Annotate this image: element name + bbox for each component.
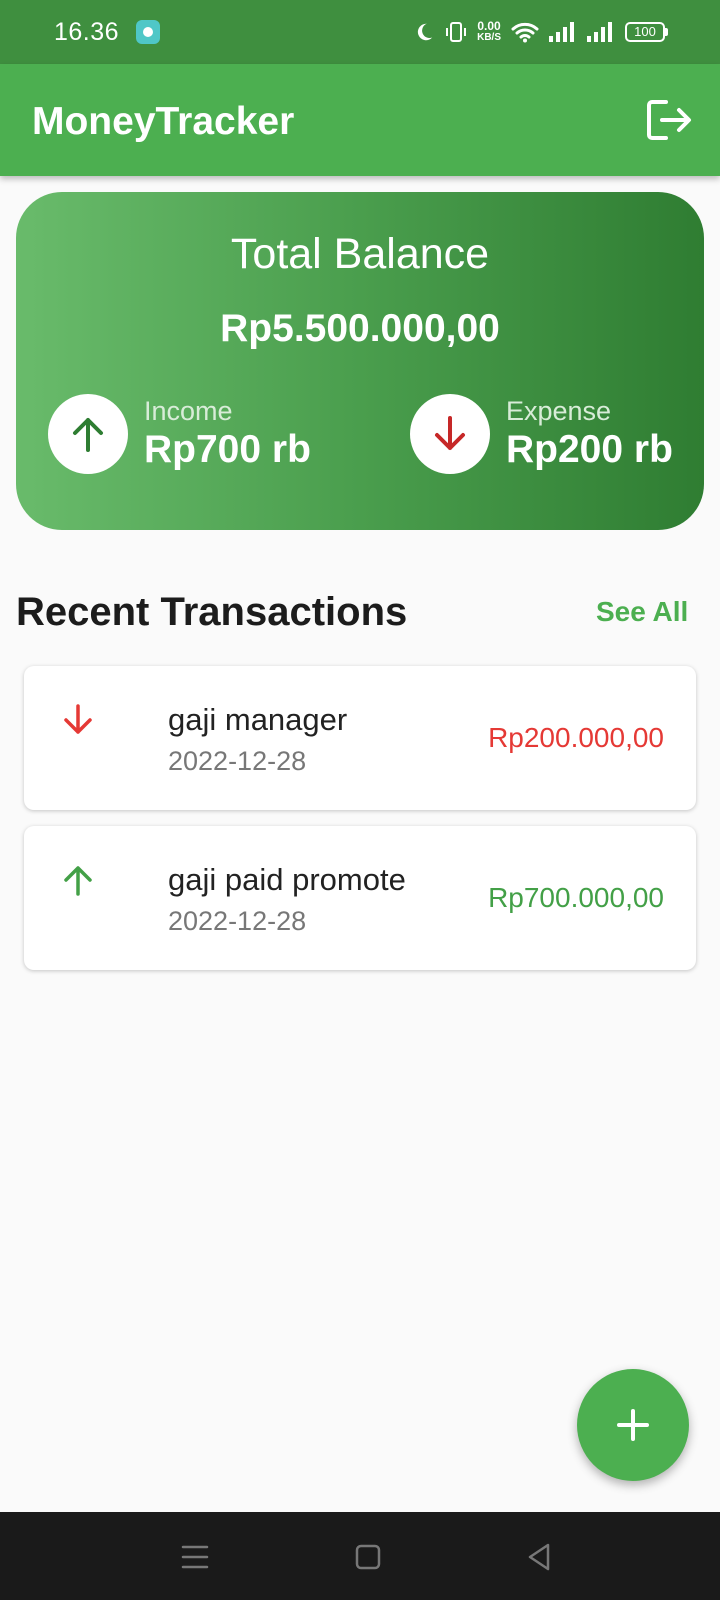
status-time: 16.36 [54, 18, 120, 46]
total-balance-label: Total Balance [230, 230, 490, 278]
transaction-name: gaji manager [168, 702, 348, 737]
signal-icon [587, 22, 612, 42]
moon-icon [417, 23, 433, 41]
back-button[interactable] [522, 1540, 556, 1574]
arrow-up-icon [64, 866, 92, 896]
home-icon [355, 1544, 381, 1570]
recents-button[interactable] [178, 1540, 212, 1574]
app-notification-icon [136, 20, 160, 44]
logout-button[interactable] [646, 98, 692, 142]
income-label: Income [144, 396, 233, 426]
income-icon-circle [48, 394, 128, 474]
wifi-icon [511, 22, 539, 43]
expense-icon-circle [410, 394, 490, 474]
transaction-amount: Rp200.000,00 [488, 722, 664, 753]
network-speed-value: 0.00 [477, 19, 501, 33]
expense-value: Rp200 rb [506, 428, 673, 471]
total-balance-amount: Rp5.500.000,00 [220, 307, 500, 350]
see-all-link[interactable]: See All [596, 596, 688, 628]
app-title: MoneyTracker [32, 100, 295, 143]
status-bar: 16.36 0.00 KB/S 100 [0, 0, 720, 64]
back-icon [528, 1543, 550, 1571]
transaction-date: 2022-12-28 [168, 746, 307, 776]
arrow-down-icon [64, 704, 92, 734]
transaction-name: gaji paid promote [168, 862, 406, 897]
vibrate-icon [446, 22, 467, 42]
income-value: Rp700 rb [144, 428, 311, 471]
logout-icon [647, 100, 691, 140]
balance-card: Total Balance Rp5.500.000,00 Income Rp70… [16, 192, 704, 530]
battery-icon: 100 [625, 22, 668, 42]
expense-label: Expense [506, 396, 612, 426]
transaction-date: 2022-12-28 [168, 906, 307, 936]
arrow-down-icon [435, 416, 465, 450]
network-speed-unit: KB/S [477, 32, 501, 43]
signal-icon [549, 22, 574, 42]
menu-icon [181, 1545, 209, 1569]
add-transaction-button[interactable] [577, 1369, 689, 1481]
network-speed: 0.00 KB/S [477, 19, 501, 43]
transaction-item[interactable]: gaji paid promote 2022-12-28 Rp700.000,0… [24, 826, 696, 970]
status-icons: 0.00 KB/S 100 [413, 16, 668, 48]
recent-transactions-title: Recent Transactions [16, 590, 408, 634]
plus-icon [617, 1409, 649, 1441]
arrow-up-icon [73, 418, 103, 452]
transaction-item[interactable]: gaji manager 2022-12-28 Rp200.000,00 [24, 666, 696, 810]
transaction-amount: Rp700.000,00 [488, 882, 664, 913]
system-nav-bar [0, 1512, 720, 1600]
battery-level: 100 [625, 22, 665, 42]
home-button[interactable] [351, 1540, 385, 1574]
app-bar: MoneyTracker [0, 64, 720, 176]
